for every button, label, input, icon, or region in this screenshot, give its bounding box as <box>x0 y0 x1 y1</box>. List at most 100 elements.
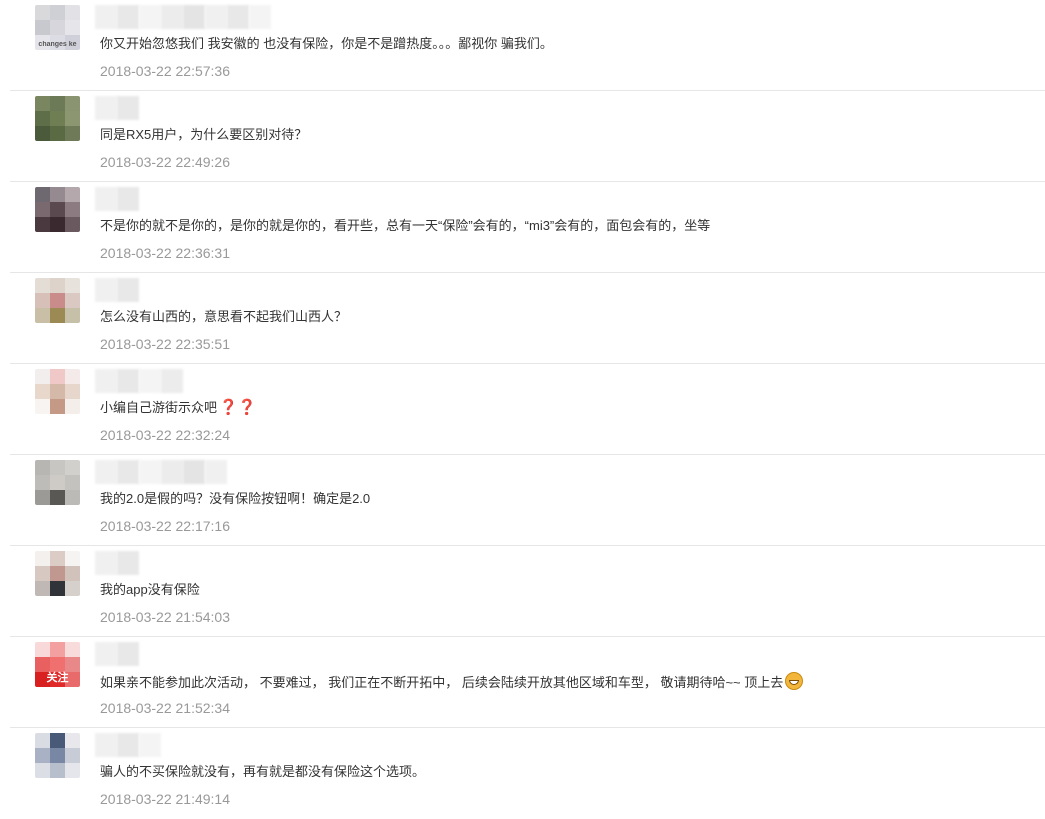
avatar-mosaic-tile <box>50 278 65 293</box>
avatar-mosaic-tile <box>65 475 80 490</box>
avatar-mosaic-tile <box>50 111 65 126</box>
comment-time: 2018-03-22 21:52:34 <box>100 700 230 716</box>
avatar-mosaic-tile <box>35 126 50 141</box>
avatar-mosaic-tile <box>65 642 80 657</box>
comment-item: 关注 如果亲不能参加此次活动， 不要难过， 我们正在不断开拓中， 后续会陆续开放… <box>10 637 1045 728</box>
avatar-mosaic-tile <box>65 369 80 384</box>
comment-item: 同是RX5用户，为什么要区别对待？ 2018-03-22 22:49:26 <box>10 91 1045 182</box>
avatar[interactable]: changes ke <box>35 5 80 50</box>
avatar-mosaic-tile <box>35 369 50 384</box>
avatar-mosaic-tile <box>35 733 50 748</box>
avatar-mosaic-tile <box>50 126 65 141</box>
avatar-mosaic-tile <box>35 278 50 293</box>
avatar-mosaic-tile <box>65 763 80 778</box>
username-mosaic-tile <box>117 642 139 666</box>
username[interactable] <box>95 94 139 122</box>
avatar-mosaic-tile <box>50 217 65 232</box>
avatar-mosaic-tile <box>65 384 80 399</box>
username-mosaic-tile <box>139 369 161 393</box>
username-mosaic-tile <box>183 460 205 484</box>
avatar-mosaic-tile <box>35 551 50 566</box>
avatar-mosaic-tile <box>65 748 80 763</box>
avatar-mosaic-tile <box>50 96 65 111</box>
avatar-mosaic-tile <box>65 5 80 20</box>
comment-item: 小编自己游街示众吧 ❓❓ 2018-03-22 22:32:24 <box>10 364 1045 455</box>
avatar[interactable] <box>35 551 80 596</box>
avatar-mosaic-tile <box>35 566 50 581</box>
username-mosaic-tile <box>95 369 117 393</box>
username[interactable] <box>95 367 183 395</box>
avatar-mosaic-tile <box>65 399 80 414</box>
avatar-mosaic-tile <box>65 202 80 217</box>
avatar[interactable] <box>35 369 80 414</box>
username-mosaic-tile <box>205 460 227 484</box>
avatar-mosaic-tile <box>50 187 65 202</box>
comment-text: 同是RX5用户，为什么要区别对待？ <box>100 127 308 142</box>
avatar-mosaic-tile <box>35 748 50 763</box>
username-mosaic-tile <box>249 5 271 29</box>
username-mosaic-tile <box>95 187 117 211</box>
comment-time: 2018-03-22 22:57:36 <box>100 63 230 79</box>
comment-item: 骗人的不买保险就没有，再有就是都没有保险这个选项。 2018-03-22 21:… <box>10 728 1045 819</box>
username-mosaic-tile <box>227 5 249 29</box>
avatar-mosaic-tile <box>50 5 65 20</box>
avatar[interactable] <box>35 278 80 323</box>
username[interactable] <box>95 640 139 668</box>
username[interactable] <box>95 549 139 577</box>
comment-time: 2018-03-22 21:54:03 <box>100 609 230 625</box>
comment-item: 不是你的就不是你的，是你的就是你的，看开些，总有一天“保险”会有的，“mi3”会… <box>10 182 1045 273</box>
comment-text: 骗人的不买保险就没有，再有就是都没有保险这个选项。 <box>100 764 426 779</box>
username-mosaic-tile <box>205 5 227 29</box>
avatar[interactable] <box>35 96 80 141</box>
avatar-mosaic-tile <box>65 96 80 111</box>
username-mosaic-tile <box>117 551 139 575</box>
avatar-mosaic-tile <box>35 642 50 657</box>
avatar-mosaic-tile <box>50 490 65 505</box>
comment-time: 2018-03-22 22:35:51 <box>100 336 230 352</box>
comment-text-body: 如果亲不能参加此次活动， 不要难过， 我们正在不断开拓中， 后续会陆续开放其他区… <box>100 675 784 690</box>
avatar-mosaic-tile <box>35 581 50 596</box>
avatar-mosaic-tile <box>50 581 65 596</box>
username[interactable] <box>95 276 139 304</box>
comment-item: 我的app没有保险 2018-03-22 21:54:03 <box>10 546 1045 637</box>
avatar-mosaic-tile <box>50 642 65 657</box>
avatar-mosaic-tile <box>35 5 50 20</box>
username[interactable] <box>95 185 139 213</box>
username-mosaic-tile <box>139 460 161 484</box>
avatar-mosaic-tile <box>50 748 65 763</box>
avatar-mosaic-tile <box>50 20 65 35</box>
avatar-mosaic-tile <box>65 187 80 202</box>
avatar[interactable]: 关注 <box>35 642 80 687</box>
avatar[interactable] <box>35 460 80 505</box>
avatar-mosaic-tile <box>50 293 65 308</box>
comment-text: 我的app没有保险 <box>100 582 200 597</box>
username[interactable] <box>95 731 161 759</box>
avatar[interactable] <box>35 187 80 232</box>
comment-text-body: 小编自己游街示众吧 <box>100 400 218 415</box>
username-mosaic-tile <box>95 278 117 302</box>
avatar-mosaic-tile <box>50 566 65 581</box>
comment-text: 我的2.0是假的吗？没有保险按钮啊！确定是2.0 <box>100 491 371 506</box>
avatar-mosaic-tile <box>50 475 65 490</box>
avatar-mosaic-tile <box>65 551 80 566</box>
avatar[interactable] <box>35 733 80 778</box>
avatar-mosaic-tile <box>65 126 80 141</box>
username[interactable] <box>95 458 227 486</box>
comment-text: 如果亲不能参加此次活动， 不要难过， 我们正在不断开拓中， 后续会陆续开放其他区… <box>100 672 804 692</box>
avatar-mosaic-tile <box>35 217 50 232</box>
username-mosaic-tile <box>95 5 117 29</box>
avatar-mosaic-tile <box>35 308 50 323</box>
avatar-mosaic-tile <box>65 733 80 748</box>
comment-time: 2018-03-22 22:32:24 <box>100 427 230 443</box>
username-mosaic-tile <box>95 96 117 120</box>
comment-time: 2018-03-22 21:49:14 <box>100 791 230 807</box>
username-mosaic-tile <box>95 733 117 757</box>
username-mosaic-tile <box>183 5 205 29</box>
username-mosaic-tile <box>117 369 139 393</box>
username[interactable] <box>95 3 271 31</box>
avatar-mosaic-tile <box>35 490 50 505</box>
username-mosaic-tile <box>117 96 139 120</box>
avatar-mosaic-tile <box>35 475 50 490</box>
avatar-mosaic-tile <box>35 111 50 126</box>
avatar-mosaic-tile <box>35 96 50 111</box>
